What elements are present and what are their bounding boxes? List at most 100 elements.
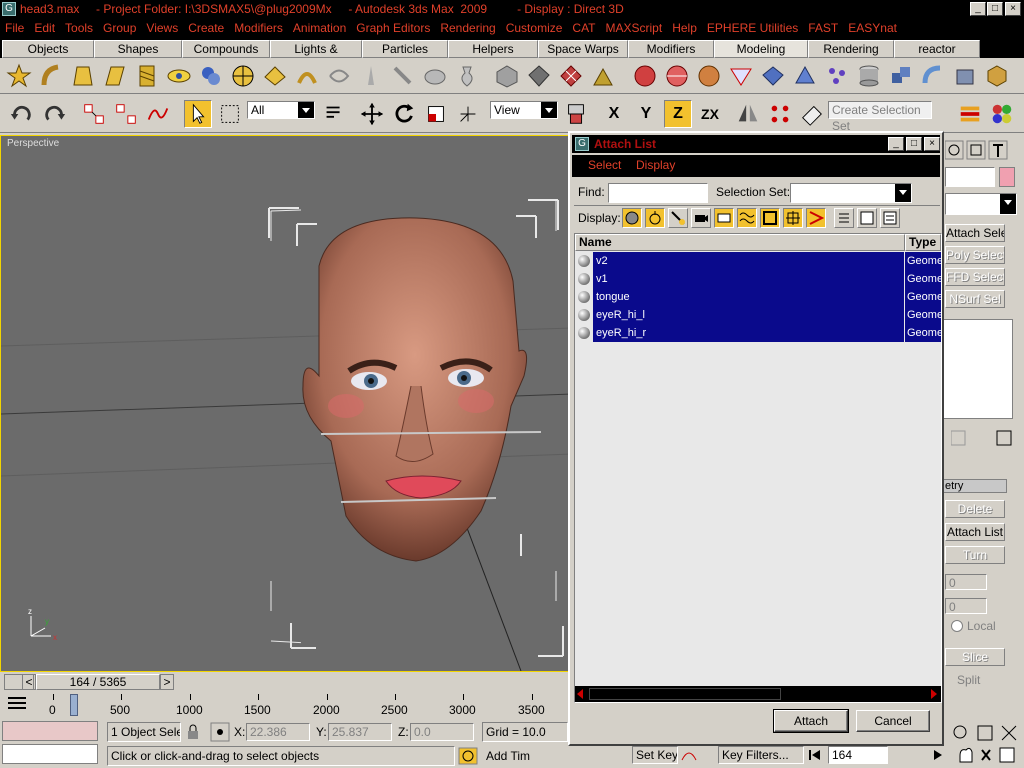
attach-select-button[interactable]: Attach Select [945,224,1005,242]
spherify-icon[interactable] [326,63,352,89]
delete-button[interactable]: Delete [945,500,1005,518]
z-coordinate-field[interactable]: 0.0 [410,723,474,741]
dialog-close-button[interactable]: × [924,137,940,151]
select-and-link-icon[interactable] [80,100,108,128]
scroll-left-icon[interactable] [577,689,583,699]
local-radio[interactable] [951,620,963,632]
material-editor-icon[interactable] [988,100,1016,128]
find-input[interactable] [608,183,708,203]
maximize-button[interactable]: □ [987,2,1003,16]
column-header-type[interactable]: Type [905,234,941,251]
cylinder-icon[interactable] [856,63,882,89]
object-name-field[interactable] [945,167,995,187]
tab-space-warps[interactable]: Space Warps [538,40,628,58]
menu-maxscript[interactable]: MAXScript [601,19,668,38]
list-item[interactable]: eyeR_hi_rGeometry [575,324,941,342]
maxscript-listener-output[interactable] [2,744,98,764]
list-item[interactable]: v1Geometry [575,270,941,288]
sphere-grid-icon[interactable] [632,63,658,89]
ripple-icon[interactable] [294,63,320,89]
menu-ephere-utilities[interactable]: EPHERE Utilities [702,19,803,38]
current-frame-field[interactable]: 164 [828,746,888,764]
undo-icon[interactable] [8,100,36,128]
turbosmooth-icon[interactable] [792,63,818,89]
layer-manager-icon[interactable] [956,100,984,128]
menu-help[interactable]: Help [667,19,702,38]
array-icon[interactable] [766,100,794,128]
go-to-start-icon[interactable] [806,747,822,763]
pushpull-icon[interactable] [422,63,448,89]
place-icon[interactable] [454,100,482,128]
scroll-right-icon[interactable] [931,689,937,699]
geometry-rollout-title[interactable]: etry [941,479,1007,493]
object-color-swatch[interactable] [999,167,1015,187]
melt-icon[interactable] [358,63,384,89]
display-groups-toggle[interactable] [760,208,780,228]
mesh-smooth-icon[interactable] [494,63,520,89]
menu-create[interactable]: Create [183,19,229,38]
tessellate-icon[interactable] [760,63,786,89]
dialog-maximize-button[interactable]: □ [906,137,922,151]
dialog-minimize-button[interactable]: _ [888,137,904,151]
absolute-mode-transform-icon[interactable] [210,722,230,742]
geosphere-icon[interactable] [664,63,690,89]
tab-modifiers[interactable]: Modifiers [628,40,714,58]
lattice-icon[interactable] [230,63,256,89]
column-header-name[interactable]: Name [575,234,905,251]
menu-animation[interactable]: Animation [288,19,351,38]
tab-modeling[interactable]: Modeling [714,40,808,58]
eraser-icon[interactable] [798,100,826,128]
menu-customize[interactable]: Customize [501,19,568,38]
taper-icon[interactable] [70,63,96,89]
unlink-icon[interactable] [112,100,140,128]
selection-filter-dropdown[interactable]: All [247,101,315,119]
timeline-current-frame-marker[interactable] [70,694,78,716]
menu-modifiers[interactable]: Modifiers [229,19,288,38]
maxscript-listener-mini[interactable] [2,721,98,741]
time-slider-thumb[interactable]: 164 / 5365 [36,674,160,690]
relax-icon[interactable] [728,63,754,89]
display-spacewarps-toggle[interactable] [737,208,757,228]
poly-select-button[interactable]: Poly Select [945,246,1005,264]
cube-cluster-icon[interactable] [888,63,914,89]
slice-button[interactable]: Slice [945,648,1005,666]
list-item[interactable]: v2Geometry [575,252,941,270]
lock-icon[interactable] [186,724,200,740]
grid-mesh-icon[interactable] [558,63,584,89]
command-panel-tab-icons[interactable] [945,139,1023,161]
tab-particles[interactable]: Particles [362,40,448,58]
attach-list-button[interactable]: Attach List [945,523,1005,541]
restrict-y-button[interactable]: Y [632,100,660,128]
tab-lights-cameras[interactable]: Lights & Cameras [270,40,362,72]
prev-frame-button[interactable]: < [22,674,36,690]
menu-edit[interactable]: Edit [29,19,60,38]
tab-objects[interactable]: Objects [2,40,94,58]
display-cameras-toggle[interactable] [691,208,711,228]
dialog-title-bar[interactable]: G Attach List _ □ × [572,135,940,153]
menu-graph-editors[interactable]: Graph Editors [351,19,435,38]
horizontal-scrollbar[interactable] [575,686,941,702]
tab-reactor[interactable]: reactor [894,40,980,58]
redo-icon[interactable] [40,100,68,128]
menu-cat[interactable]: CAT [567,19,600,38]
rotate-icon[interactable] [390,100,418,128]
nsurf-sel-button[interactable]: NSurf Sel [945,290,1005,308]
display-all-button[interactable] [834,208,854,228]
list-item[interactable]: tongueGeometry [575,288,941,306]
named-selection-set-dropdown[interactable]: Create Selection Set [828,101,932,133]
pivot-center-icon[interactable] [562,100,590,128]
tab-shapes[interactable]: Shapes [94,40,182,58]
display-none-button[interactable] [857,208,877,228]
key-tangent-icon[interactable] [680,746,698,764]
menu-views[interactable]: Views [141,19,183,38]
star-shape-icon[interactable] [6,63,32,89]
eye-icon[interactable] [166,63,192,89]
reference-coordinate-dropdown[interactable]: View [490,101,558,119]
display-helpers-toggle[interactable] [714,208,734,228]
ffd-select-button[interactable]: FFD Select [945,268,1005,286]
zoom-region-icons[interactable] [950,722,1024,744]
selection-region-icon[interactable] [216,100,244,128]
normals-icon[interactable] [590,63,616,89]
menu-file[interactable]: File [0,19,29,38]
menu-group[interactable]: Group [98,19,141,38]
